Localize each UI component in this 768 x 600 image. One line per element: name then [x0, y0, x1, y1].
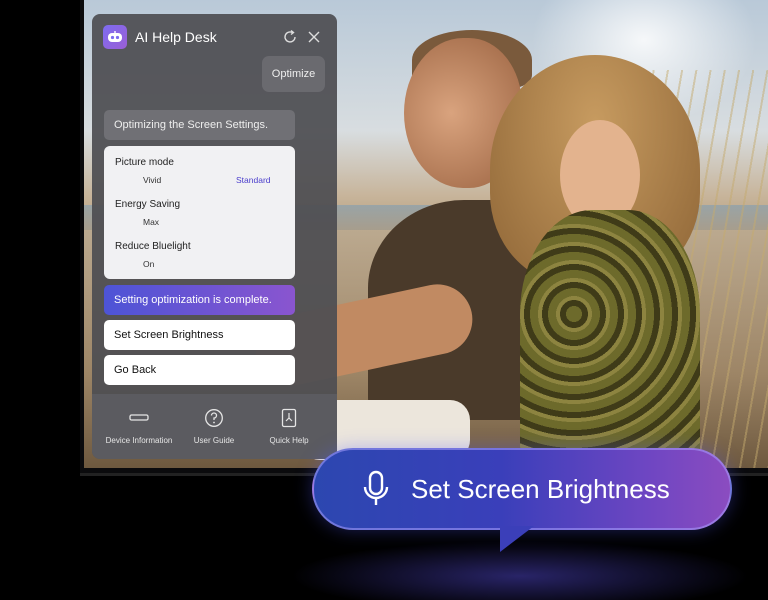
set-screen-brightness-button[interactable]: Set Screen Brightness: [104, 320, 295, 350]
help-desk-panel: AI Help Desk Optimize Optimizing the Scr…: [92, 14, 337, 459]
setting-picture-mode: Picture mode Vivid Standard: [115, 157, 285, 185]
refresh-icon[interactable]: [280, 27, 300, 47]
panel-footer: Device Information User Guide Quick Help: [92, 394, 337, 459]
device-icon: [99, 408, 179, 428]
setting-name: Energy Saving: [115, 199, 181, 210]
setting-name: Reduce Bluelight: [115, 241, 191, 252]
device-information-button[interactable]: Device Information: [99, 408, 179, 445]
setting-energy-saving: Energy Saving Max: [115, 199, 285, 227]
setting-value: On: [143, 259, 155, 269]
status-message: Optimizing the Screen Settings.: [104, 110, 295, 140]
user-guide-button[interactable]: User Guide: [174, 408, 254, 445]
footer-label: User Guide: [193, 436, 235, 445]
robot-icon: [103, 25, 127, 49]
app-title: AI Help Desk: [135, 29, 217, 45]
footer-label: Quick Help: [269, 436, 309, 445]
setting-reduce-bluelight: Reduce Bluelight On: [115, 241, 285, 269]
footer-label: Device Information: [105, 436, 173, 445]
voice-command-text: Set Screen Brightness: [411, 474, 670, 504]
close-icon[interactable]: [304, 27, 324, 47]
completion-message: Setting optimization is complete.: [104, 285, 295, 315]
woman-body: [520, 210, 700, 468]
optimize-button[interactable]: Optimize: [262, 56, 325, 92]
setting-name: Picture mode: [115, 157, 174, 168]
panel-header: AI Help Desk: [92, 14, 337, 62]
quick-help-button[interactable]: Quick Help: [249, 408, 329, 445]
microphone-icon: [360, 470, 392, 508]
quick-help-icon: [249, 408, 329, 428]
question-icon: [174, 408, 254, 428]
setting-value: Max: [143, 217, 160, 227]
go-back-button[interactable]: Go Back: [104, 355, 295, 385]
setting-value: Vivid: [143, 175, 162, 185]
setting-new-value: Standard: [236, 175, 271, 185]
settings-summary-card: Picture mode Vivid Standard Energy Savin…: [104, 146, 295, 279]
voice-bubble-tail: [500, 526, 534, 552]
